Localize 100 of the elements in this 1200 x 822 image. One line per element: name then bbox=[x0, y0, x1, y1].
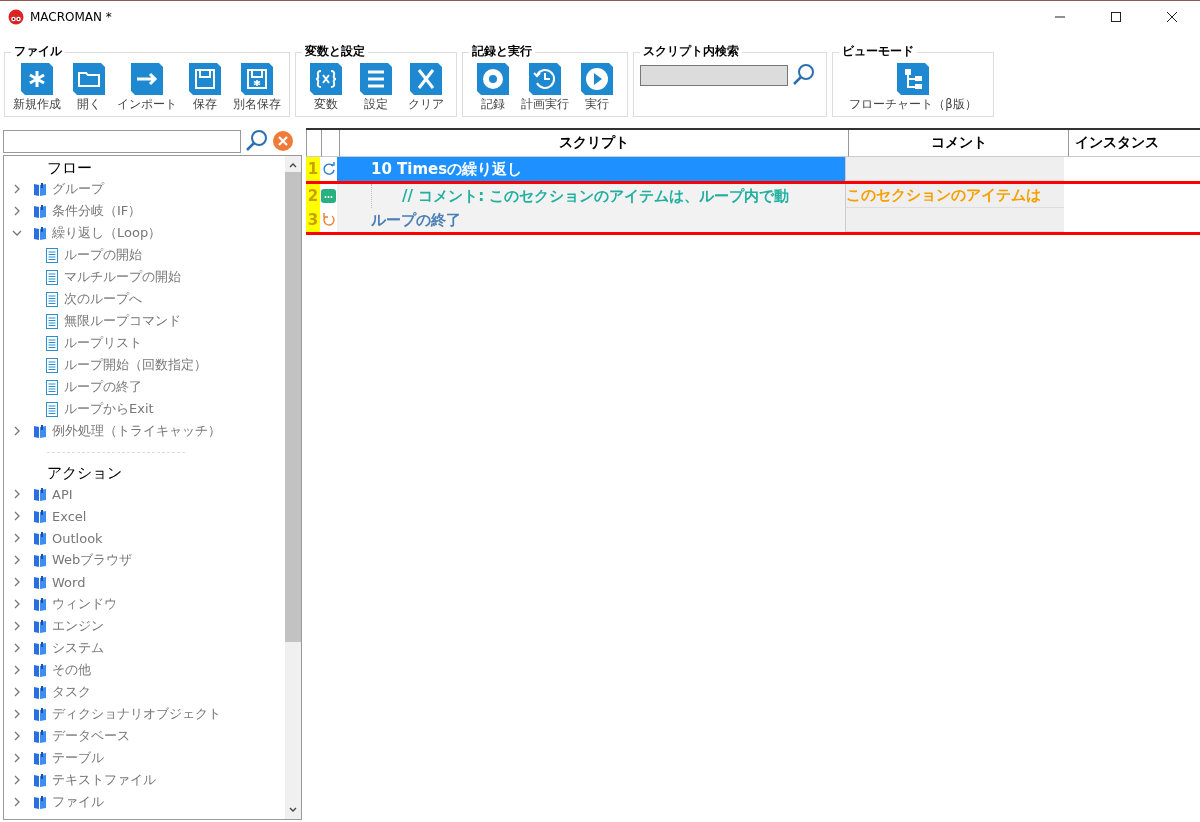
tree-item[interactable]: テキストファイル bbox=[52, 771, 156, 789]
window-title: MACROMAN * bbox=[30, 9, 112, 24]
tree-item[interactable]: ウィンドウ bbox=[52, 595, 117, 613]
tree-item[interactable]: ループリスト bbox=[64, 334, 142, 352]
tree-item[interactable]: Word bbox=[52, 574, 86, 590]
document-icon bbox=[46, 313, 58, 329]
clear-icon[interactable] bbox=[273, 131, 293, 151]
group-title: 変数と設定 bbox=[302, 43, 368, 60]
tree-item[interactable]: その他 bbox=[52, 661, 91, 679]
chevron-right-icon[interactable] bbox=[12, 643, 22, 653]
play-icon bbox=[581, 63, 613, 95]
section-heading: フロー bbox=[47, 158, 93, 178]
book-icon bbox=[34, 597, 46, 611]
chevron-right-icon[interactable] bbox=[12, 687, 22, 697]
tree-item[interactable]: ループの終了 bbox=[64, 378, 142, 396]
tree-item[interactable]: ループの開始 bbox=[64, 246, 142, 264]
book-icon bbox=[34, 204, 46, 218]
search-field[interactable] bbox=[640, 64, 788, 86]
search-icon[interactable] bbox=[245, 129, 269, 153]
folder-icon bbox=[73, 63, 105, 95]
tree-item[interactable]: テーブル bbox=[52, 749, 104, 767]
script-cell[interactable]: 10 Timesの繰り返し bbox=[337, 157, 845, 181]
line-number: 1 bbox=[306, 157, 320, 181]
tree-item[interactable]: ループからExit bbox=[64, 400, 154, 418]
book-icon bbox=[34, 707, 46, 721]
braces-icon bbox=[310, 63, 342, 95]
chevron-right-icon[interactable] bbox=[12, 511, 22, 521]
chevron-down-icon[interactable] bbox=[12, 228, 22, 238]
chevron-right-icon[interactable] bbox=[12, 533, 22, 543]
book-icon bbox=[34, 795, 46, 809]
tree-item[interactable]: Outlook bbox=[52, 530, 103, 546]
maximize-icon[interactable] bbox=[1110, 10, 1122, 23]
tree-item[interactable]: マルチループの開始 bbox=[64, 268, 181, 286]
tree-item[interactable]: 無限ループコマンド bbox=[64, 312, 181, 330]
list-icon bbox=[360, 63, 392, 95]
toolbar-button[interactable]: 開く bbox=[65, 63, 113, 112]
book-icon bbox=[34, 773, 46, 787]
chevron-right-icon[interactable] bbox=[12, 426, 22, 436]
chevron-right-icon[interactable] bbox=[12, 621, 22, 631]
scrollbar[interactable] bbox=[285, 156, 301, 819]
tree-item[interactable]: データベース bbox=[52, 727, 130, 745]
chevron-right-icon[interactable] bbox=[12, 577, 22, 587]
chevron-right-icon[interactable] bbox=[12, 753, 22, 763]
tree-item[interactable]: 繰り返し（Loop） bbox=[52, 224, 162, 242]
comment-icon bbox=[321, 189, 336, 203]
chevron-right-icon[interactable] bbox=[12, 206, 22, 216]
book-icon bbox=[34, 685, 46, 699]
toolbar-button[interactable]: 設定 bbox=[352, 63, 400, 112]
chevron-right-icon[interactable] bbox=[12, 184, 22, 194]
column-header[interactable]: インスタンス bbox=[1068, 130, 1200, 157]
script-cell[interactable]: ループの終了 bbox=[337, 208, 845, 232]
chevron-right-icon[interactable] bbox=[12, 709, 22, 719]
toolbar-button[interactable]: 計画実行 bbox=[519, 63, 571, 112]
group-title: 記録と実行 bbox=[469, 43, 535, 60]
tree-item[interactable]: グループ bbox=[52, 180, 104, 198]
scroll-down-icon[interactable] bbox=[289, 807, 297, 813]
book-icon bbox=[34, 509, 46, 523]
tree-item[interactable]: ファイル bbox=[52, 793, 104, 811]
document-icon bbox=[46, 379, 58, 395]
toolbar-button[interactable]: 別名保存 bbox=[231, 63, 283, 112]
x-icon bbox=[410, 63, 442, 95]
chevron-right-icon[interactable] bbox=[12, 665, 22, 675]
search-icon[interactable] bbox=[792, 63, 816, 87]
toolbar-button[interactable]: インポート bbox=[115, 63, 179, 112]
toolbar-button[interactable]: 新規作成 bbox=[11, 63, 63, 112]
line-number: 3 bbox=[306, 208, 320, 232]
toolbar-button[interactable]: クリア bbox=[402, 63, 450, 112]
chevron-right-icon[interactable] bbox=[12, 731, 22, 741]
tree-item[interactable]: ディクショナリオブジェクト bbox=[52, 705, 221, 723]
book-icon bbox=[34, 751, 46, 765]
book-icon bbox=[34, 575, 46, 589]
book-icon bbox=[34, 487, 46, 501]
toolbar-button[interactable]: 実行 bbox=[573, 63, 621, 112]
group-title: スクリプト内検索 bbox=[640, 43, 742, 60]
chevron-right-icon[interactable] bbox=[12, 797, 22, 807]
toolbar-button[interactable]: 変数 bbox=[302, 63, 350, 112]
toolbar-button[interactable]: 保存 bbox=[181, 63, 229, 112]
close-icon[interactable] bbox=[1166, 10, 1178, 23]
book-icon bbox=[34, 641, 46, 655]
book-icon bbox=[34, 619, 46, 633]
tree-item[interactable]: システム bbox=[52, 639, 104, 657]
tree-item[interactable]: 例外処理（トライキャッチ） bbox=[52, 422, 221, 440]
tree-item[interactable]: 条件分岐（IF） bbox=[52, 202, 142, 220]
search-field[interactable] bbox=[3, 129, 241, 153]
chevron-right-icon[interactable] bbox=[12, 555, 22, 565]
tree-item[interactable]: ループ開始（回数指定） bbox=[64, 356, 207, 374]
tree-item[interactable]: Excel bbox=[52, 508, 87, 524]
chevron-right-icon[interactable] bbox=[12, 489, 22, 499]
tree-item[interactable]: Webブラウザ bbox=[52, 551, 133, 569]
book-icon bbox=[34, 424, 46, 438]
scroll-up-icon[interactable] bbox=[289, 162, 297, 168]
tree-item[interactable]: API bbox=[52, 486, 73, 502]
tree-item[interactable]: 次のループへ bbox=[64, 290, 142, 308]
clock-icon bbox=[529, 63, 561, 95]
chevron-right-icon[interactable] bbox=[12, 775, 22, 785]
toolbar-button[interactable]: 記録 bbox=[469, 63, 517, 112]
flowchart-button[interactable]: フローチャート（β版） bbox=[847, 63, 979, 112]
tree-item[interactable]: エンジン bbox=[52, 617, 104, 635]
chevron-right-icon[interactable] bbox=[12, 599, 22, 609]
tree-item[interactable]: タスク bbox=[52, 683, 91, 701]
